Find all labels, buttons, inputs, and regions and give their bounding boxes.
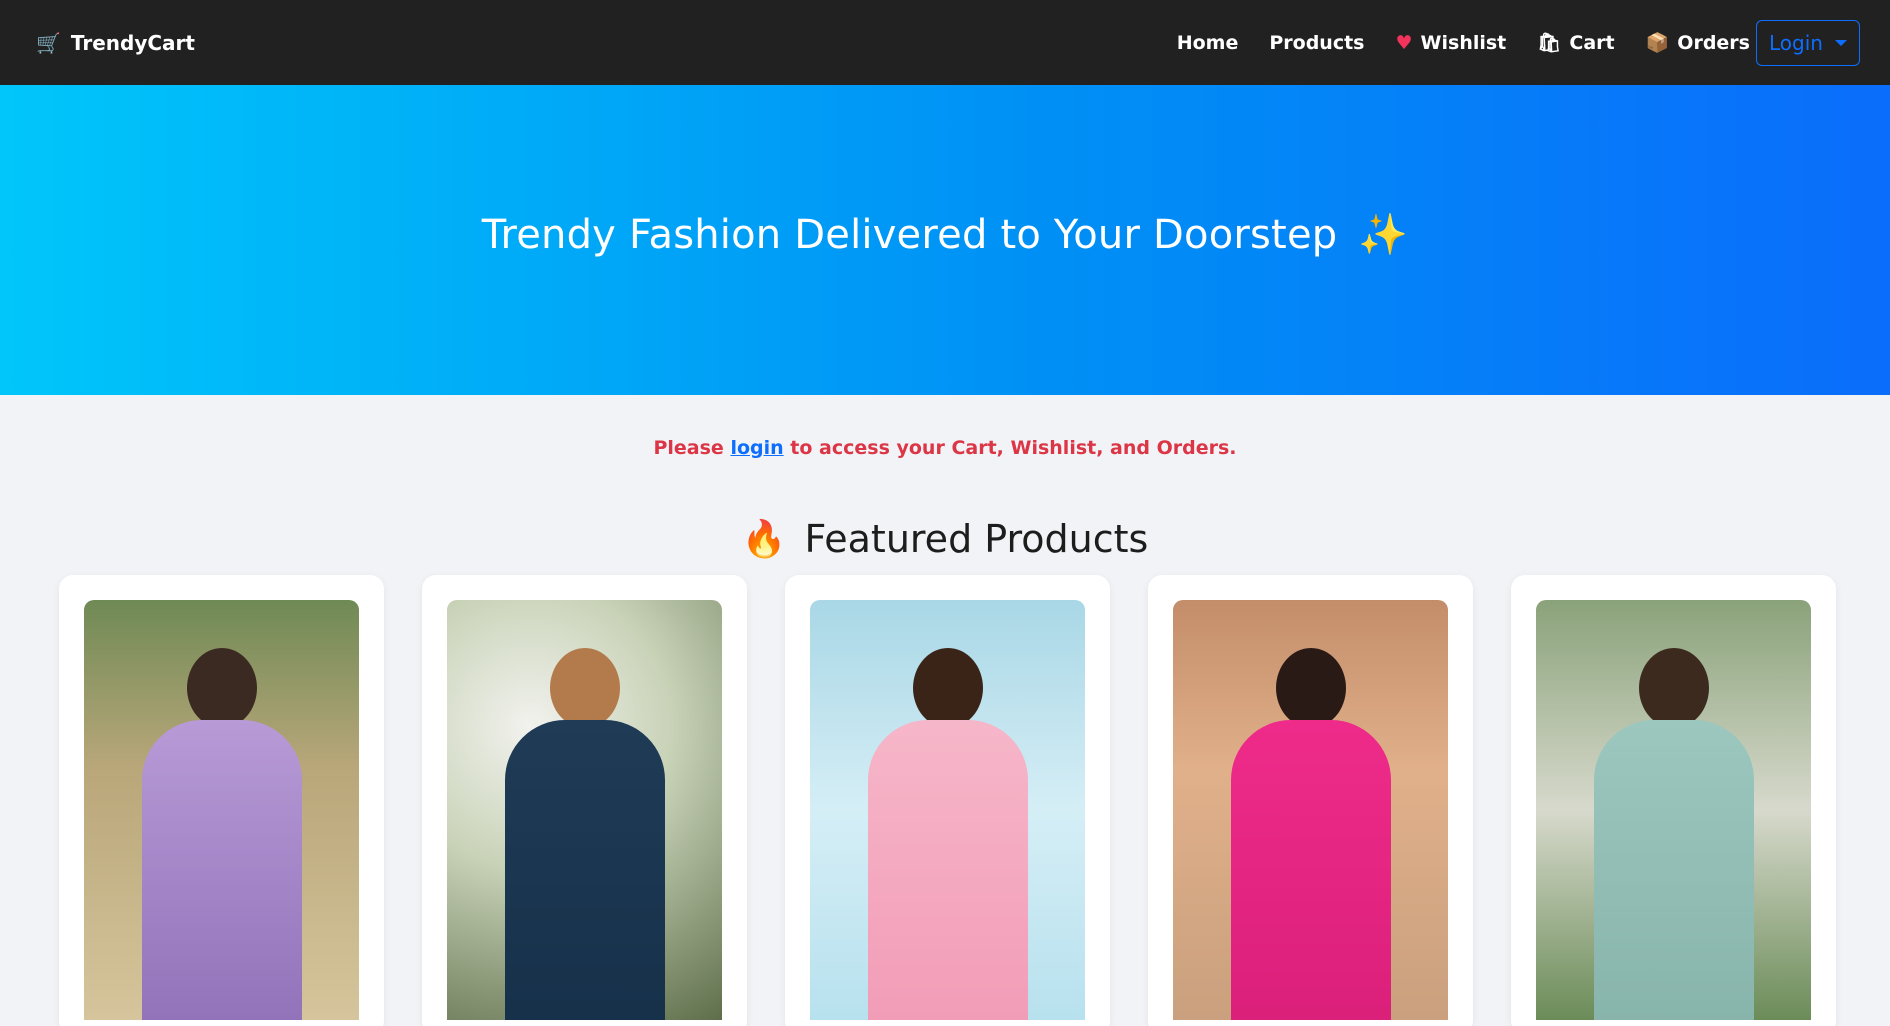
nav-link-wishlist[interactable]: ♥ Wishlist [1396,32,1507,54]
fire-icon: 🔥 [741,519,787,560]
nav-link-wishlist-label: Wishlist [1420,31,1507,54]
nav-link-orders[interactable]: 📦 Orders [1645,31,1750,55]
navbar: 🛒 TrendyCart Home Products ♥ Wishlist 🛍 … [0,0,1890,85]
hero-title: Trendy Fashion Delivered to Your Doorste… [482,211,1409,258]
login-notice-prefix: Please [653,437,724,459]
login-notice: Please login to access your Cart, Wishli… [0,437,1890,459]
nav-link-cart[interactable]: 🛍 Cart [1537,31,1615,55]
login-link[interactable]: login [730,437,783,459]
chevron-down-icon [1834,39,1847,46]
heart-icon: ♥ [1395,31,1413,54]
brand-link[interactable]: 🛒 TrendyCart [36,31,195,55]
product-card[interactable] [1148,575,1473,1026]
login-notice-suffix: to access your Cart, Wishlist, and Order… [790,437,1237,459]
product-image-model-outfit [1230,720,1391,1020]
product-image-model-head [912,648,983,728]
product-image-model-outfit [1593,720,1754,1020]
featured-products-title: Featured Products [804,517,1149,561]
nav-links: Home Products ♥ Wishlist 🛍 Cart 📦 Orders… [1146,0,1860,85]
product-card[interactable] [1511,575,1836,1026]
product-card[interactable] [785,575,1110,1026]
hero-banner: Trendy Fashion Delivered to Your Doorste… [0,85,1890,395]
product-image[interactable] [1173,600,1448,1020]
product-image-model-head [549,648,620,728]
product-image-model-outfit [141,720,302,1020]
product-card[interactable] [422,575,747,1026]
product-card[interactable] [59,575,384,1026]
product-image[interactable] [1536,600,1811,1020]
product-image-model-outfit [504,720,665,1020]
shopping-bag-icon: 🛍 [1537,32,1562,54]
product-image-model-head [1638,648,1709,728]
featured-products-heading: 🔥 Featured Products [0,517,1890,561]
product-image-model-head [186,648,257,728]
product-image[interactable] [810,600,1085,1020]
product-image-model-head [1275,648,1346,728]
product-grid [0,575,1890,1026]
hero-title-text: Trendy Fashion Delivered to Your Doorste… [481,211,1338,258]
nav-link-products-label: Products [1269,31,1365,54]
nav-link-orders-label: Orders [1677,31,1750,54]
product-image-model-outfit [867,720,1028,1020]
package-icon: 📦 [1645,32,1670,54]
product-image[interactable] [84,600,359,1020]
login-button-label: Login [1769,30,1823,55]
shopping-cart-icon: 🛒 [36,30,61,55]
product-image[interactable] [447,600,722,1020]
login-dropdown-button[interactable]: Login [1756,19,1860,66]
nav-link-cart-label: Cart [1569,31,1615,54]
brand-name: TrendyCart [70,30,195,55]
nav-link-home[interactable]: Home [1177,32,1239,54]
nav-link-home-label: Home [1176,31,1239,54]
sparkle-icon: ✨ [1358,211,1409,258]
nav-link-products[interactable]: Products [1269,32,1364,54]
